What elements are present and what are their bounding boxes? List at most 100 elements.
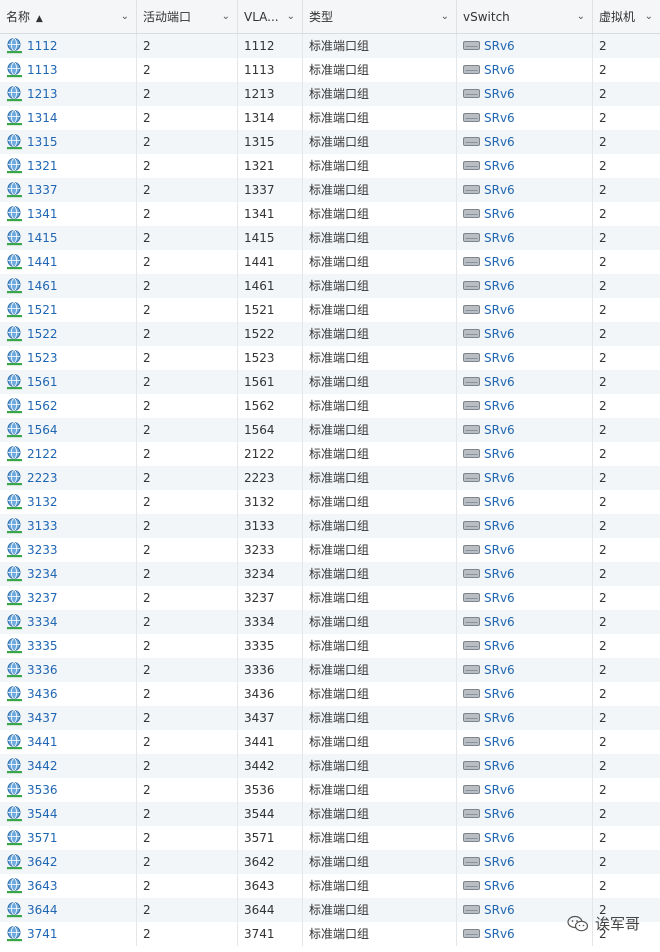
table-row[interactable]: 2122 2 2122 标准端口组 SRv6 2 — [0, 442, 660, 466]
vswitch-cell[interactable]: SRv6 — [457, 298, 593, 322]
name-cell[interactable]: 3544 — [0, 802, 137, 826]
vswitch-cell[interactable]: SRv6 — [457, 874, 593, 898]
vswitch-cell[interactable]: SRv6 — [457, 514, 593, 538]
portgroup-link[interactable]: 3442 — [27, 759, 58, 773]
chevron-down-icon[interactable]: ⌄ — [222, 0, 230, 33]
portgroup-link[interactable]: 1341 — [27, 207, 58, 221]
table-row[interactable]: 1213 2 1213 标准端口组 SRv6 2 — [0, 82, 660, 106]
vswitch-link[interactable]: SRv6 — [484, 783, 515, 797]
vswitch-link[interactable]: SRv6 — [484, 255, 515, 269]
name-cell[interactable]: 2122 — [0, 442, 137, 466]
table-row[interactable]: 1341 2 1341 标准端口组 SRv6 2 — [0, 202, 660, 226]
table-row[interactable]: 1522 2 1522 标准端口组 SRv6 2 — [0, 322, 660, 346]
vswitch-cell[interactable]: SRv6 — [457, 850, 593, 874]
vswitch-link[interactable]: SRv6 — [484, 711, 515, 725]
vswitch-link[interactable]: SRv6 — [484, 903, 515, 917]
portgroup-link[interactable]: 1461 — [27, 279, 58, 293]
name-cell[interactable]: 1561 — [0, 370, 137, 394]
portgroup-link[interactable]: 3237 — [27, 591, 58, 605]
vswitch-cell[interactable]: SRv6 — [457, 682, 593, 706]
vswitch-cell[interactable]: SRv6 — [457, 250, 593, 274]
portgroup-link[interactable]: 3643 — [27, 879, 58, 893]
vswitch-cell[interactable]: SRv6 — [457, 106, 593, 130]
name-cell[interactable]: 1521 — [0, 298, 137, 322]
table-row[interactable]: 1523 2 1523 标准端口组 SRv6 2 — [0, 346, 660, 370]
portgroup-link[interactable]: 1561 — [27, 375, 58, 389]
vswitch-link[interactable]: SRv6 — [484, 879, 515, 893]
name-cell[interactable]: 3234 — [0, 562, 137, 586]
vswitch-cell[interactable]: SRv6 — [457, 634, 593, 658]
name-cell[interactable]: 3335 — [0, 634, 137, 658]
portgroup-link[interactable]: 1112 — [27, 39, 58, 53]
name-cell[interactable]: 1321 — [0, 154, 137, 178]
table-row[interactable]: 1315 2 1315 标准端口组 SRv6 2 — [0, 130, 660, 154]
name-cell[interactable]: 1113 — [0, 58, 137, 82]
table-row[interactable]: 3132 2 3132 标准端口组 SRv6 2 — [0, 490, 660, 514]
vswitch-cell[interactable]: SRv6 — [457, 586, 593, 610]
chevron-down-icon[interactable]: ⌄ — [287, 0, 295, 33]
table-row[interactable]: 3441 2 3441 标准端口组 SRv6 2 — [0, 730, 660, 754]
name-cell[interactable]: 3643 — [0, 874, 137, 898]
name-cell[interactable]: 1562 — [0, 394, 137, 418]
vswitch-link[interactable]: SRv6 — [484, 111, 515, 125]
portgroup-link[interactable]: 3571 — [27, 831, 58, 845]
name-cell[interactable]: 1314 — [0, 106, 137, 130]
table-row[interactable]: 1564 2 1564 标准端口组 SRv6 2 — [0, 418, 660, 442]
vswitch-link[interactable]: SRv6 — [484, 231, 515, 245]
vswitch-link[interactable]: SRv6 — [484, 423, 515, 437]
table-row[interactable]: 3741 2 3741 标准端口组 SRv6 2 — [0, 922, 660, 946]
name-cell[interactable]: 3442 — [0, 754, 137, 778]
table-row[interactable]: 3133 2 3133 标准端口组 SRv6 2 — [0, 514, 660, 538]
vswitch-cell[interactable]: SRv6 — [457, 274, 593, 298]
portgroup-link[interactable]: 3644 — [27, 903, 58, 917]
vswitch-cell[interactable]: SRv6 — [457, 394, 593, 418]
table-row[interactable]: 3544 2 3544 标准端口组 SRv6 2 — [0, 802, 660, 826]
portgroup-link[interactable]: 1337 — [27, 183, 58, 197]
vswitch-cell[interactable]: SRv6 — [457, 82, 593, 106]
vswitch-link[interactable]: SRv6 — [484, 519, 515, 533]
vswitch-link[interactable]: SRv6 — [484, 399, 515, 413]
portgroup-link[interactable]: 3741 — [27, 927, 58, 941]
vswitch-cell[interactable]: SRv6 — [457, 226, 593, 250]
vswitch-cell[interactable]: SRv6 — [457, 130, 593, 154]
vswitch-link[interactable]: SRv6 — [484, 855, 515, 869]
name-cell[interactable]: 3437 — [0, 706, 137, 730]
name-cell[interactable]: 1337 — [0, 178, 137, 202]
column-header-vswitch[interactable]: vSwitch ⌄ — [457, 0, 593, 33]
portgroup-link[interactable]: 3441 — [27, 735, 58, 749]
table-row[interactable]: 2223 2 2223 标准端口组 SRv6 2 — [0, 466, 660, 490]
portgroup-link[interactable]: 3437 — [27, 711, 58, 725]
vswitch-link[interactable]: SRv6 — [484, 591, 515, 605]
vswitch-cell[interactable]: SRv6 — [457, 610, 593, 634]
name-cell[interactable]: 1523 — [0, 346, 137, 370]
name-cell[interactable]: 3336 — [0, 658, 137, 682]
name-cell[interactable]: 3133 — [0, 514, 137, 538]
table-row[interactable]: 3571 2 3571 标准端口组 SRv6 2 — [0, 826, 660, 850]
table-row[interactable]: 3234 2 3234 标准端口组 SRv6 2 — [0, 562, 660, 586]
vswitch-link[interactable]: SRv6 — [484, 807, 515, 821]
name-cell[interactable]: 3642 — [0, 850, 137, 874]
name-cell[interactable]: 3233 — [0, 538, 137, 562]
name-cell[interactable]: 3536 — [0, 778, 137, 802]
table-row[interactable]: 3436 2 3436 标准端口组 SRv6 2 — [0, 682, 660, 706]
portgroup-link[interactable]: 2122 — [27, 447, 58, 461]
name-cell[interactable]: 3237 — [0, 586, 137, 610]
portgroup-link[interactable]: 3642 — [27, 855, 58, 869]
table-row[interactable]: 1461 2 1461 标准端口组 SRv6 2 — [0, 274, 660, 298]
vswitch-cell[interactable]: SRv6 — [457, 658, 593, 682]
table-row[interactable]: 3233 2 3233 标准端口组 SRv6 2 — [0, 538, 660, 562]
table-row[interactable]: 3334 2 3334 标准端口组 SRv6 2 — [0, 610, 660, 634]
vswitch-link[interactable]: SRv6 — [484, 135, 515, 149]
vswitch-link[interactable]: SRv6 — [484, 39, 515, 53]
column-header-active-ports[interactable]: 活动端口 ⌄ — [137, 0, 238, 33]
chevron-down-icon[interactable]: ⌄ — [645, 0, 653, 33]
vswitch-cell[interactable]: SRv6 — [457, 562, 593, 586]
portgroup-link[interactable]: 1521 — [27, 303, 58, 317]
name-cell[interactable]: 3571 — [0, 826, 137, 850]
name-cell[interactable]: 3132 — [0, 490, 137, 514]
name-cell[interactable]: 3441 — [0, 730, 137, 754]
name-cell[interactable]: 1522 — [0, 322, 137, 346]
vswitch-link[interactable]: SRv6 — [484, 543, 515, 557]
table-row[interactable]: 1441 2 1441 标准端口组 SRv6 2 — [0, 250, 660, 274]
table-row[interactable]: 3335 2 3335 标准端口组 SRv6 2 — [0, 634, 660, 658]
